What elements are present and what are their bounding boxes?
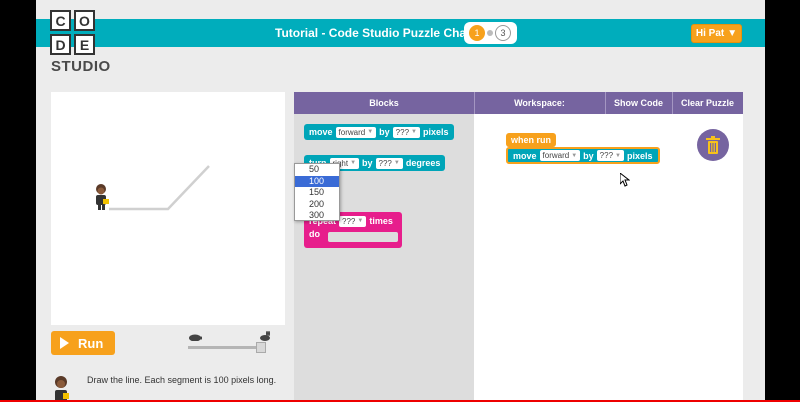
dropdown-option[interactable]: 150 <box>295 187 339 199</box>
puzzle-progress[interactable]: 1 3 <box>464 22 517 44</box>
workspace-area[interactable]: when run move forward ▼ by ??? ▼ pixels <box>474 114 743 402</box>
direction-dropdown[interactable]: forward ▼ <box>539 150 581 161</box>
run-label: Run <box>78 335 104 351</box>
direction-value: forward <box>338 127 366 137</box>
mouse-cursor-icon <box>620 173 630 187</box>
when-run-label: when run <box>511 135 551 145</box>
by-label: by <box>379 127 390 137</box>
user-menu-label: Hi Pat <box>695 28 725 39</box>
dropdown-caret-icon: ▼ <box>367 129 374 135</box>
unit-label: pixels <box>626 150 653 161</box>
instruction-avatar-icon <box>55 376 69 402</box>
dropdown-option[interactable]: 50 <box>295 164 339 176</box>
when-run-block[interactable]: when run <box>506 133 556 147</box>
logo-letter-o: O <box>74 10 95 31</box>
logo-studio-text: STUDIO <box>51 58 111 75</box>
direction-dropdown[interactable]: forward ▼ <box>335 126 377 138</box>
play-icon <box>60 337 69 349</box>
run-button[interactable]: Run <box>51 331 115 355</box>
amount-value: ??? <box>395 127 410 137</box>
amount-dropdown-menu[interactable]: 50 100 150 200 300 <box>294 163 340 221</box>
turtle-icon <box>188 333 203 344</box>
times-label: times <box>369 216 393 226</box>
amount-value: ??? <box>378 158 392 168</box>
amount-dropdown[interactable]: ??? ▼ <box>375 157 403 169</box>
logo-letter-d: D <box>50 34 71 55</box>
chevron-down-icon: ▼ <box>727 28 738 39</box>
dropdown-caret-icon: ▼ <box>357 218 364 224</box>
drawn-path <box>109 165 210 211</box>
move-block[interactable]: move forward ▼ by ??? ▼ pixels <box>304 124 454 140</box>
unit-label: degrees <box>405 158 441 168</box>
trash-icon[interactable] <box>697 129 729 161</box>
dropdown-caret-icon: ▼ <box>393 160 400 166</box>
slider-track[interactable] <box>188 346 264 349</box>
progress-current-dot[interactable]: 1 <box>469 25 485 41</box>
panel-header: Blocks Workspace: Show Code Clear Puzzle <box>294 92 743 114</box>
instructions-area: Draw the line. Each segment is 100 pixel… <box>51 370 285 402</box>
dropdown-caret-icon: ▼ <box>350 160 357 166</box>
by-label: by <box>583 150 594 161</box>
direction-value: forward <box>542 151 570 160</box>
slider-thumb[interactable] <box>256 342 266 353</box>
dropdown-option[interactable]: 300 <box>295 210 339 222</box>
dropdown-option[interactable]: 200 <box>295 199 339 211</box>
header-bar: Tutorial - Code Studio Puzzle Challenge … <box>36 19 765 47</box>
clear-puzzle-button[interactable]: Clear Puzzle <box>672 92 743 114</box>
code-panel: Blocks Workspace: Show Code Clear Puzzle… <box>294 92 743 402</box>
dropdown-caret-icon: ▼ <box>615 152 621 159</box>
dropdown-caret-icon: ▼ <box>571 152 578 159</box>
show-code-button[interactable]: Show Code <box>605 92 672 114</box>
amount-value: ??? <box>599 151 614 160</box>
instruction-text: Draw the line. Each segment is 100 pixel… <box>87 375 277 385</box>
amount-dropdown[interactable]: ??? ▼ <box>392 126 420 138</box>
speed-slider[interactable] <box>188 331 274 355</box>
video-frame: Tutorial - Code Studio Puzzle Challenge … <box>0 0 800 402</box>
logo-letter-c: C <box>50 10 71 31</box>
blocks-header: Blocks <box>369 98 399 108</box>
by-label: by <box>362 158 373 168</box>
workspace-move-block[interactable]: move forward ▼ by ??? ▼ pixels <box>506 147 660 164</box>
artist-character-icon <box>96 184 109 210</box>
unit-label: pixels <box>422 127 449 137</box>
do-label: do <box>309 229 320 239</box>
move-block-label: move <box>513 150 537 161</box>
repeat-count-value: ??? <box>342 216 356 226</box>
amount-dropdown[interactable]: ??? ▼ <box>596 150 624 161</box>
repeat-count-dropdown[interactable]: ??? ▼ <box>339 215 367 227</box>
repeat-do-slot[interactable] <box>328 232 398 242</box>
artist-canvas <box>51 92 285 325</box>
workspace-header: Workspace: <box>514 98 565 108</box>
progress-next-dot[interactable]: 3 <box>495 25 511 41</box>
logo-spacer <box>98 34 119 55</box>
progress-separator-dot <box>487 30 493 36</box>
move-block-label: move <box>309 127 333 137</box>
blocks-toolbox: move forward▼ by ???▼ pixels turn right▼… <box>294 114 474 402</box>
dropdown-caret-icon: ▼ <box>411 129 417 135</box>
user-menu-button[interactable]: Hi Pat ▼ <box>691 24 742 43</box>
logo-letter-e: E <box>74 34 95 55</box>
dropdown-option-selected[interactable]: 100 <box>295 175 339 187</box>
code-studio-page: Tutorial - Code Studio Puzzle Challenge … <box>36 0 765 402</box>
logo-spacer <box>98 10 119 31</box>
code-logo[interactable]: C O D E <box>50 10 119 55</box>
